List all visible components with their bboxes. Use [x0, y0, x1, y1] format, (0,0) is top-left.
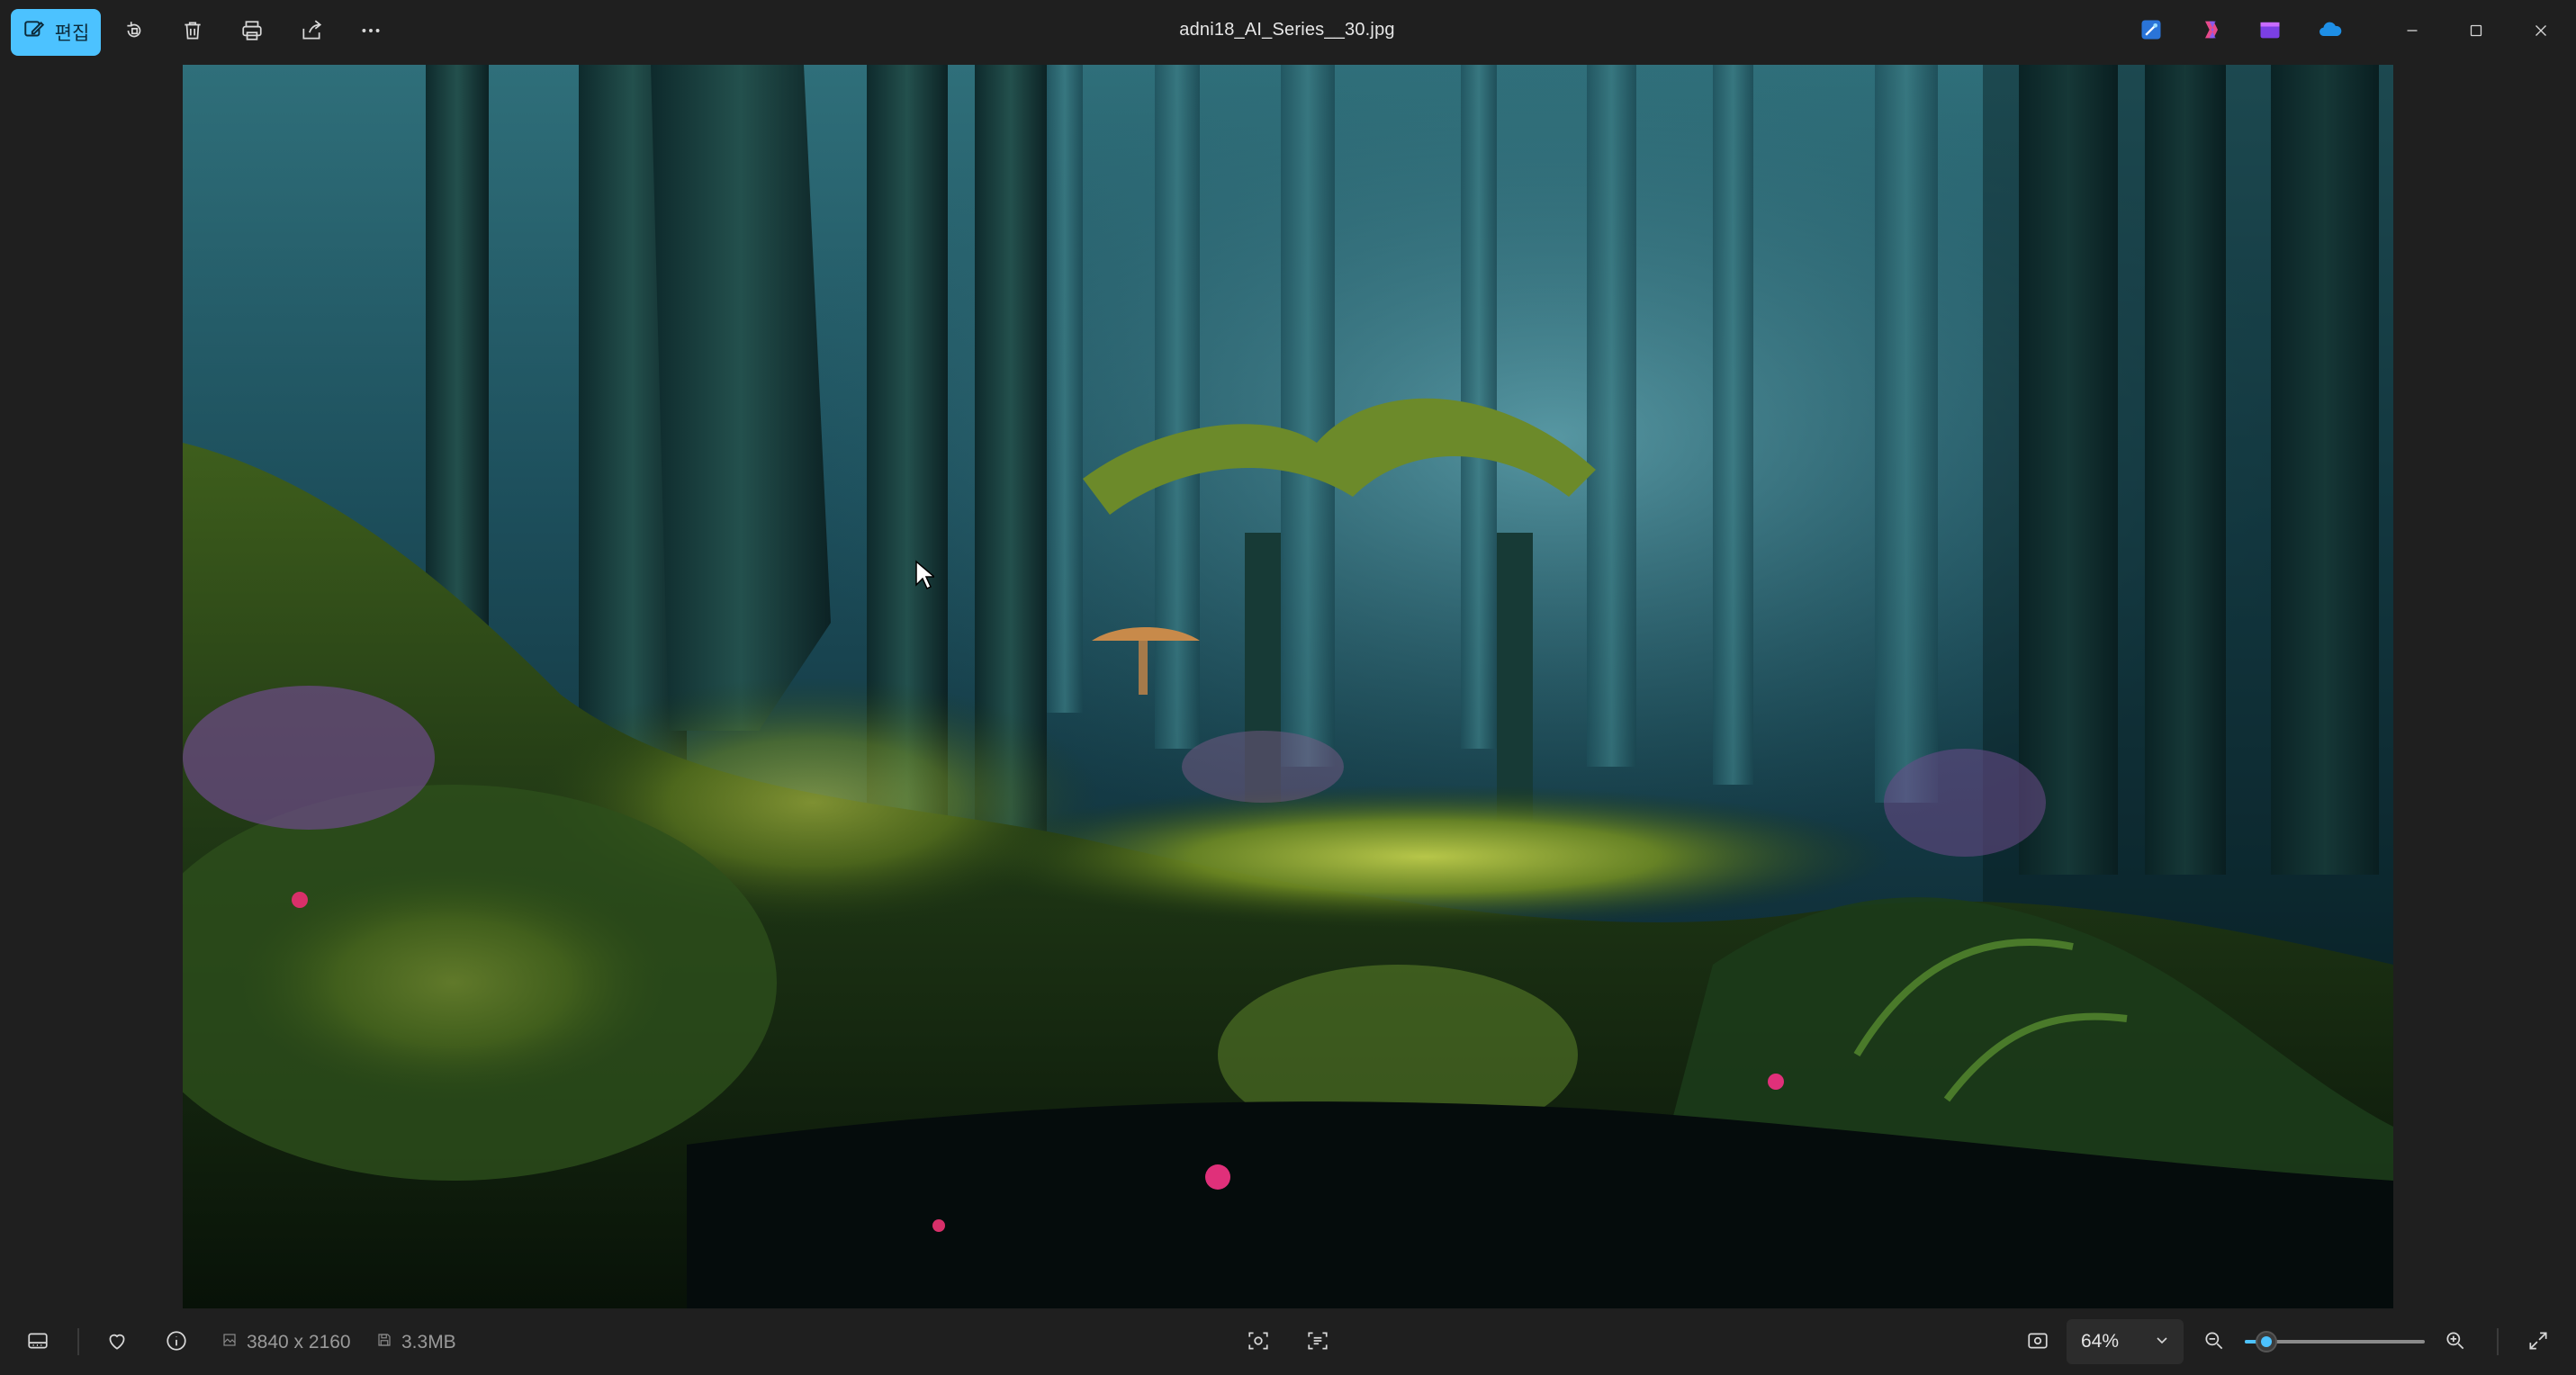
- dimensions-icon: [221, 1332, 238, 1353]
- zoom-slider-thumb[interactable]: [2256, 1331, 2277, 1353]
- close-icon: [2531, 21, 2551, 45]
- minimize-icon: [2402, 21, 2422, 45]
- divider: [2497, 1328, 2499, 1355]
- info-button[interactable]: [158, 1325, 194, 1361]
- edit-icon: [23, 18, 46, 47]
- share-button[interactable]: [292, 13, 331, 52]
- rotate-icon: [122, 19, 146, 47]
- edit-button[interactable]: 편집: [11, 9, 101, 56]
- filmstrip-button[interactable]: [20, 1325, 56, 1361]
- info-icon: [165, 1329, 188, 1357]
- print-button[interactable]: [232, 13, 272, 52]
- zoom-dropdown[interactable]: 64%: [2067, 1319, 2184, 1364]
- title-bar: 편집 adni18_AI_Series__30.jpg: [0, 0, 2576, 65]
- designer-button[interactable]: [2136, 16, 2166, 47]
- maximize-icon: [2466, 21, 2486, 45]
- mouse-pointer: [914, 560, 937, 590]
- filmstrip-icon: [26, 1329, 50, 1357]
- file-size-text: 3.3MB: [401, 1332, 456, 1353]
- zoom-out-button[interactable]: [2196, 1325, 2232, 1361]
- zoom-slider[interactable]: [2245, 1331, 2425, 1353]
- status-bar: 3840 x 2160 3.3MB 64%: [0, 1308, 2576, 1375]
- heart-icon: [105, 1329, 129, 1357]
- fullscreen-button[interactable]: [2520, 1325, 2556, 1361]
- save-disk-icon: [376, 1332, 392, 1353]
- text-scan-button[interactable]: [1300, 1325, 1336, 1361]
- rotate-button[interactable]: [114, 13, 154, 52]
- delete-icon: [181, 19, 204, 47]
- zoom-in-icon: [2444, 1329, 2467, 1357]
- divider: [77, 1328, 79, 1355]
- copilot-icon: [2199, 17, 2224, 47]
- edit-button-label: 편집: [54, 23, 90, 44]
- print-icon: [240, 19, 264, 47]
- window-title: adni18_AI_Series__30.jpg: [1179, 20, 1395, 40]
- forest-photo: [183, 65, 2393, 1308]
- onedrive-icon: [2318, 17, 2343, 47]
- text-scan-icon: [1306, 1329, 1329, 1357]
- zoom-out-icon: [2202, 1329, 2226, 1357]
- maximize-button[interactable]: [2445, 0, 2508, 65]
- fullscreen-icon: [2526, 1329, 2550, 1357]
- image-viewer[interactable]: [0, 65, 2576, 1308]
- more-options-button[interactable]: [351, 13, 391, 52]
- visual-search-button[interactable]: [1240, 1325, 1276, 1361]
- visual-search-icon: [1247, 1329, 1270, 1357]
- designer-icon: [2139, 17, 2164, 47]
- zoom-value: 64%: [2081, 1331, 2120, 1352]
- minimize-button[interactable]: [2381, 0, 2444, 65]
- clipchamp-button[interactable]: [2255, 16, 2285, 47]
- chevron-down-icon: [2155, 1331, 2169, 1353]
- fit-screen-icon: [2026, 1329, 2049, 1357]
- clipchamp-icon: [2257, 17, 2283, 47]
- image-dimensions: 3840 x 2160: [221, 1332, 351, 1353]
- actual-size-button[interactable]: [2020, 1325, 2056, 1361]
- close-button[interactable]: [2509, 0, 2572, 65]
- delete-button[interactable]: [173, 13, 212, 52]
- dimensions-text: 3840 x 2160: [247, 1332, 351, 1353]
- copilot-button[interactable]: [2196, 16, 2227, 47]
- onedrive-button[interactable]: [2315, 16, 2346, 47]
- more-icon: [359, 19, 383, 47]
- favorite-button[interactable]: [99, 1325, 135, 1361]
- zoom-in-button[interactable]: [2437, 1325, 2473, 1361]
- file-size: 3.3MB: [376, 1332, 456, 1353]
- share-icon: [300, 19, 323, 47]
